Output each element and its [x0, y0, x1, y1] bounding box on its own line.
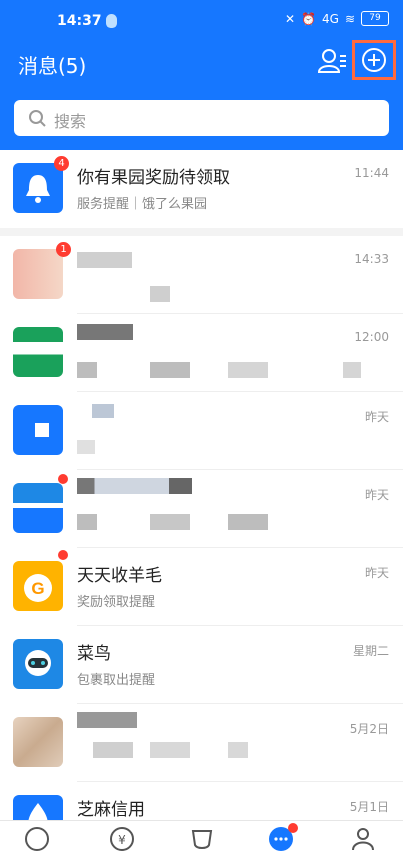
search-placeholder: 搜索	[54, 112, 87, 131]
message-row[interactable]: 5月2日	[0, 704, 403, 782]
search-icon	[29, 110, 46, 127]
alarm-icon: ⏰	[301, 11, 316, 26]
svg-text:¥: ¥	[118, 833, 126, 847]
unread-dot	[58, 550, 68, 560]
message-preview: 包裹取出提醒	[77, 673, 156, 688]
sheep-coin-icon: G	[24, 574, 52, 602]
message-title: 芝麻信用	[77, 800, 145, 820]
unread-dot	[58, 474, 68, 484]
blurred-preview	[228, 362, 268, 378]
blurred-title	[77, 712, 137, 728]
plus-circle-icon	[362, 48, 386, 72]
message-row[interactable]: G 天天收羊毛 奖励领取提醒 昨天	[0, 548, 403, 626]
tab-wealth[interactable]: ¥	[109, 825, 135, 851]
blurred-preview	[150, 286, 170, 302]
message-time: 星期二	[352, 644, 389, 658]
tab-home[interactable]	[24, 825, 50, 851]
blurred-title	[77, 324, 133, 340]
blurred-title	[77, 478, 192, 494]
bell-avatar	[13, 163, 63, 213]
message-row[interactable]: 昨天	[0, 392, 403, 470]
message-row[interactable]: 1 14:33	[0, 236, 403, 314]
status-icons: ✕ ⏰ 4G ≋ 79	[285, 11, 389, 26]
cainiao-avatar	[13, 639, 63, 689]
contacts-button[interactable]	[316, 46, 348, 76]
message-time: 昨天	[364, 410, 389, 424]
message-title: 你有果园奖励待领取	[77, 168, 230, 188]
blurred-preview	[228, 742, 248, 758]
blurred-avatar	[13, 483, 63, 533]
message-row[interactable]: 4 你有果园奖励待领取 服务提醒｜饿了么果园 11:44	[0, 150, 403, 228]
message-row[interactable]: 菜鸟 包裹取出提醒 星期二	[0, 626, 403, 704]
blurred-preview	[77, 440, 95, 454]
blurred-avatar	[13, 327, 63, 377]
message-title: 天天收羊毛	[77, 566, 162, 586]
message-row[interactable]: 12:00	[0, 314, 403, 392]
mute-icon: ✕	[284, 11, 296, 26]
blurred-preview	[150, 742, 190, 758]
tab-me[interactable]	[350, 825, 376, 851]
message-preview: 服务提醒｜饿了么果园	[77, 197, 208, 212]
tab-unread-dot	[288, 823, 298, 833]
unread-badge: 1	[56, 242, 71, 257]
page-title: 消息(5)	[18, 54, 87, 78]
blurred-avatar	[13, 405, 63, 455]
robot-icon	[25, 650, 51, 676]
blurred-preview	[228, 514, 268, 530]
bell-icon	[26, 175, 50, 203]
header-bar: 14:37 ✕ ⏰ 4G ≋ 79 消息(5) 搜索	[0, 0, 403, 150]
message-time: 昨天	[364, 566, 389, 580]
contacts-icon	[317, 49, 346, 73]
notification-icon	[106, 14, 117, 28]
battery-icon: 79	[361, 11, 389, 26]
search-box[interactable]: 搜索	[14, 100, 389, 136]
message-time: 昨天	[364, 488, 389, 502]
blurred-avatar	[13, 717, 63, 767]
status-bar: 14:37 ✕ ⏰ 4G ≋ 79	[0, 0, 403, 44]
blurred-preview	[77, 362, 97, 378]
blurred-preview	[150, 362, 190, 378]
svg-text:G: G	[31, 579, 44, 598]
status-time: 14:37	[57, 13, 102, 29]
blurred-preview	[343, 362, 361, 378]
message-preview: 奖励领取提醒	[77, 595, 156, 610]
message-time: 14:33	[354, 252, 389, 266]
blurred-avatar	[13, 249, 63, 299]
network-label: 4G	[322, 11, 339, 26]
message-time: 5月2日	[349, 722, 389, 736]
blurred-title	[77, 252, 132, 268]
message-title: 菜鸟	[77, 644, 111, 664]
unread-badge: 4	[54, 156, 69, 171]
blurred-preview	[93, 742, 133, 758]
wifi-icon: ≋	[344, 11, 355, 26]
message-time: 12:00	[354, 330, 389, 344]
blurred-preview	[77, 514, 97, 530]
blurred-title	[92, 404, 114, 418]
add-button[interactable]	[352, 40, 396, 80]
blurred-preview	[150, 514, 190, 530]
wool-avatar: G	[13, 561, 63, 611]
tab-life[interactable]	[189, 825, 215, 851]
message-time: 11:44	[354, 166, 389, 180]
tab-bar: ¥	[0, 820, 403, 851]
message-time: 5月1日	[349, 800, 389, 814]
message-row[interactable]: 昨天	[0, 470, 403, 548]
